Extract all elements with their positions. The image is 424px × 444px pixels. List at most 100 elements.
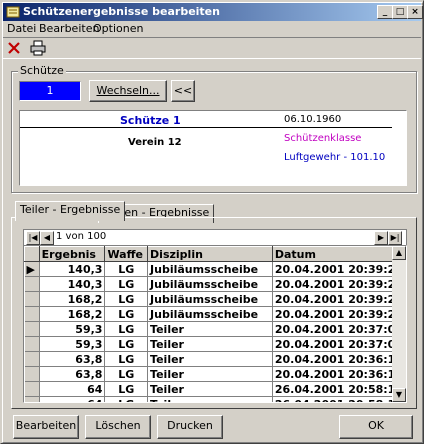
table-row[interactable]: 59,3 LG Teiler 20.04.2001 20:37:04 bbox=[24, 321, 406, 337]
cell-datum[interactable]: 20.04.2001 20:39:22 bbox=[272, 276, 406, 292]
cell-datum[interactable]: 26.04.2001 20:58:19 bbox=[272, 381, 406, 397]
table-row[interactable]: 63,8 LG Teiler 20.04.2001 20:36:18 bbox=[24, 366, 406, 382]
first-record-button[interactable]: |◀ bbox=[26, 231, 40, 245]
cell-ergebnis[interactable]: 64 bbox=[39, 396, 106, 402]
table-row[interactable]: ▶ 140,3 LG Jubiläumsscheibe 20.04.2001 20:39… bbox=[24, 261, 406, 277]
row-indicator[interactable] bbox=[24, 276, 40, 292]
shooter-number-field[interactable]: 1 bbox=[19, 81, 81, 101]
tab-teiler-label: Teiler - Ergebnisse bbox=[20, 203, 121, 216]
edit-button[interactable]: Bearbeiten bbox=[13, 415, 79, 439]
cell-waffe[interactable]: LG bbox=[104, 381, 149, 397]
cell-ergebnis[interactable]: 140,3 bbox=[39, 261, 106, 277]
cell-waffe[interactable]: LG bbox=[104, 321, 149, 337]
row-indicator[interactable] bbox=[24, 306, 40, 322]
row-indicator[interactable] bbox=[24, 351, 40, 367]
cell-waffe[interactable]: LG bbox=[104, 336, 149, 352]
minimize-button[interactable]: _ bbox=[377, 5, 393, 19]
cell-ergebnis[interactable]: 64 bbox=[39, 381, 106, 397]
table-row[interactable]: 168,2 LG Jubiläumsscheibe 20.04.2001 20:39:… bbox=[24, 306, 406, 322]
table-row[interactable]: 64LGTeiler26.04.2001 20:58:19 bbox=[24, 381, 406, 397]
edit-button-label: Bearbeiten bbox=[15, 419, 77, 432]
table-row[interactable]: 59,3 LG Teiler 20.04.2001 20:37:04 bbox=[24, 336, 406, 352]
cell-disziplin[interactable]: Teiler bbox=[147, 336, 273, 352]
cell-datum[interactable]: 20.04.2001 20:36:18 bbox=[272, 351, 406, 367]
shooter-name: Schütze 1 bbox=[120, 114, 181, 127]
scroll-up-button[interactable]: ▲ bbox=[392, 246, 406, 260]
delete-x-icon[interactable] bbox=[5, 39, 23, 57]
row-indicator[interactable] bbox=[24, 381, 40, 397]
vertical-scrollbar[interactable]: ▲ ▼ bbox=[392, 246, 406, 402]
indicator-header bbox=[24, 246, 40, 262]
delete-button-label: Löschen bbox=[95, 419, 141, 432]
column-disziplin[interactable]: Disziplin bbox=[147, 246, 273, 262]
cell-waffe[interactable]: LG bbox=[104, 291, 149, 307]
column-datum[interactable]: Datum bbox=[271, 246, 406, 262]
cell-ergebnis[interactable]: 59,3 bbox=[39, 321, 106, 337]
title-bar[interactable]: Schützenergebnisse bearbeiten _ □ × bbox=[3, 3, 423, 21]
cell-disziplin[interactable]: Jubiläumsscheibe bbox=[147, 276, 273, 292]
cell-ergebnis[interactable]: 168,2 bbox=[39, 291, 106, 307]
cell-disziplin[interactable]: Teiler bbox=[147, 321, 273, 337]
cell-ergebnis[interactable]: 63,8 bbox=[39, 366, 106, 382]
row-indicator[interactable] bbox=[24, 291, 40, 307]
cell-waffe[interactable]: LG bbox=[104, 276, 149, 292]
column-waffe[interactable]: Waffe bbox=[104, 246, 149, 262]
cell-datum[interactable]: 20.04.2001 20:36:18 bbox=[272, 366, 406, 382]
cell-disziplin[interactable]: Teiler bbox=[147, 351, 273, 367]
record-position: 1 von 100 bbox=[56, 231, 107, 242]
cell-ergebnis[interactable]: 63,8 bbox=[39, 351, 106, 367]
cell-waffe[interactable]: LG bbox=[104, 396, 149, 402]
cell-ergebnis[interactable]: 59,3 bbox=[39, 336, 106, 352]
cell-datum[interactable]: 20.04.2001 20:39:22 bbox=[272, 306, 406, 322]
scroll-down-button[interactable]: ▼ bbox=[392, 388, 406, 402]
cell-disziplin[interactable]: Jubiläumsscheibe bbox=[147, 306, 273, 322]
last-record-button[interactable]: ▶| bbox=[388, 231, 402, 245]
row-indicator[interactable] bbox=[24, 321, 40, 337]
printer-icon[interactable] bbox=[29, 39, 47, 57]
cell-disziplin[interactable]: Teiler bbox=[147, 396, 273, 402]
cell-disziplin[interactable]: Jubiläumsscheibe bbox=[147, 291, 273, 307]
results-table-body: Ergebnis Waffe Disziplin Datum ▶ 140,3 LG J… bbox=[24, 246, 406, 402]
cell-waffe[interactable]: LG bbox=[104, 351, 149, 367]
column-ergebnis[interactable]: Ergebnis bbox=[38, 246, 106, 262]
cell-disziplin[interactable]: Teiler bbox=[147, 381, 273, 397]
cell-datum[interactable]: 20.04.2001 20:39:22 bbox=[272, 291, 406, 307]
cell-waffe[interactable]: LG bbox=[104, 366, 149, 382]
menu-bearbeiten[interactable]: Bearbeiten bbox=[39, 22, 99, 35]
close-window-button[interactable]: × bbox=[407, 5, 423, 19]
cell-datum[interactable]: 20.04.2001 20:37:04 bbox=[272, 336, 406, 352]
cell-ergebnis[interactable]: 140,3 bbox=[39, 276, 106, 292]
cell-waffe[interactable]: LG bbox=[104, 261, 149, 277]
print-button-label: Drucken bbox=[167, 419, 213, 432]
change-shooter-button[interactable]: Wechseln... bbox=[89, 80, 167, 102]
table-row[interactable]: 168,2 LG Jubiläumsscheibe 20.04.2001 20:39:… bbox=[24, 291, 406, 307]
app-icon bbox=[6, 6, 20, 18]
cell-waffe[interactable]: LG bbox=[104, 306, 149, 322]
maximize-button[interactable]: □ bbox=[392, 5, 408, 19]
tab-teiler[interactable]: Teiler - Ergebnisse bbox=[15, 201, 126, 221]
row-indicator[interactable]: ▶ bbox=[24, 261, 40, 277]
ok-button[interactable]: OK bbox=[339, 415, 413, 439]
table-row[interactable]: 64LGTeiler26.04.2001 20:58:19 bbox=[24, 396, 406, 402]
ok-button-label: OK bbox=[368, 419, 384, 432]
main-window: Schützenergebnisse bearbeiten _ □ × Date… bbox=[0, 0, 424, 444]
row-indicator[interactable] bbox=[24, 396, 40, 402]
next-record-button[interactable]: ▶ bbox=[374, 231, 388, 245]
menu-optionen[interactable]: Optionen bbox=[93, 22, 143, 35]
table-row[interactable]: 140,3 LG Jubiläumsscheibe 20.04.2001 20:39:… bbox=[24, 276, 406, 292]
row-indicator[interactable] bbox=[24, 336, 40, 352]
shooter-group-label: Schütze bbox=[18, 64, 66, 77]
row-indicator[interactable] bbox=[24, 366, 40, 382]
cell-ergebnis[interactable]: 168,2 bbox=[39, 306, 106, 322]
back-button[interactable]: << bbox=[171, 80, 195, 102]
cell-disziplin[interactable]: Teiler bbox=[147, 366, 273, 382]
print-button[interactable]: Drucken bbox=[157, 415, 223, 439]
cell-datum[interactable]: 26.04.2001 20:58:19 bbox=[272, 396, 406, 402]
cell-disziplin[interactable]: Jubiläumsscheibe bbox=[147, 261, 273, 277]
cell-datum[interactable]: 20.04.2001 20:39:22 bbox=[272, 261, 406, 277]
menu-datei[interactable]: Datei bbox=[7, 22, 36, 35]
delete-button[interactable]: Löschen bbox=[85, 415, 151, 439]
cell-datum[interactable]: 20.04.2001 20:37:04 bbox=[272, 321, 406, 337]
table-row[interactable]: 63,8 LG Teiler 20.04.2001 20:36:18 bbox=[24, 351, 406, 367]
prev-record-button[interactable]: ◀ bbox=[40, 231, 54, 245]
